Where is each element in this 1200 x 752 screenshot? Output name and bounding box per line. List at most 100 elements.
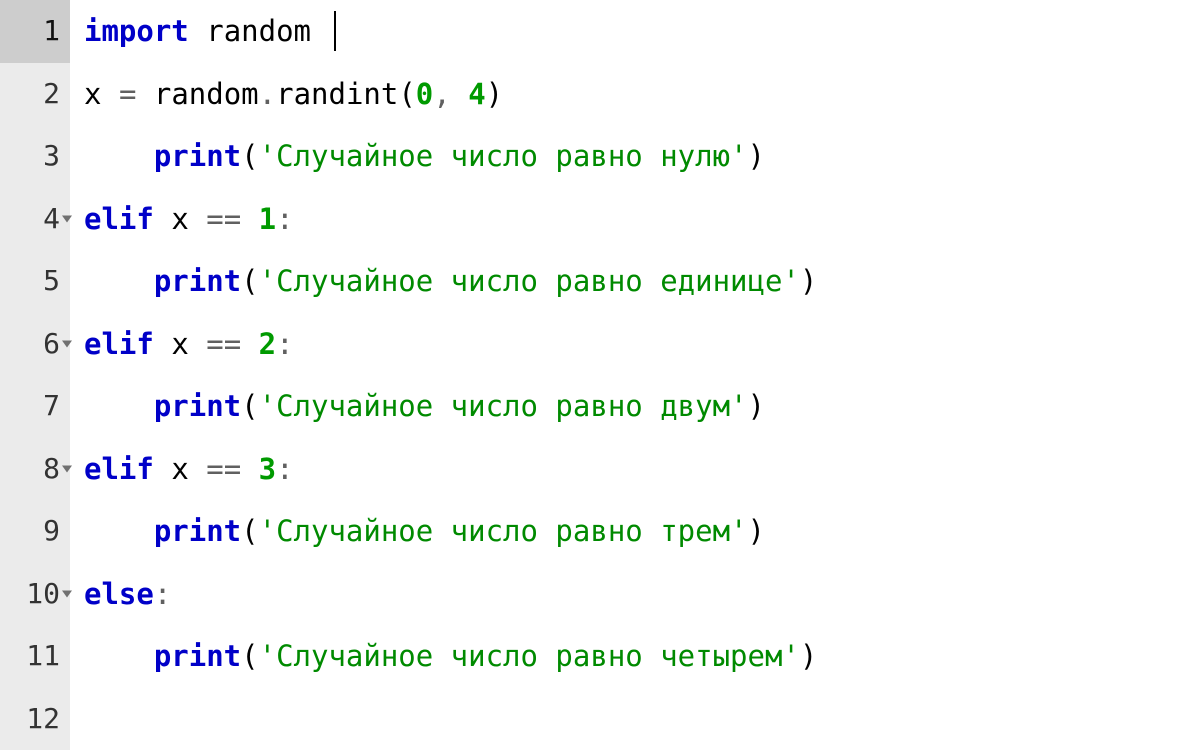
code-content[interactable]: print('Случайное число равно единице') — [70, 250, 1200, 313]
indent — [84, 264, 154, 298]
code-token — [189, 327, 206, 361]
code-content[interactable]: print('Случайное число равно четырем') — [70, 625, 1200, 688]
code-token: ) — [748, 514, 765, 548]
code-content[interactable]: x = random.randint(0, 4) — [70, 63, 1200, 126]
code-token — [136, 77, 153, 111]
code-token: = — [119, 77, 136, 111]
code-content[interactable]: print('Случайное число равно нулю') — [70, 125, 1200, 188]
indent — [84, 639, 154, 673]
code-token: print — [154, 639, 241, 673]
code-token: ( — [241, 264, 258, 298]
code-token — [451, 77, 468, 111]
code-token: ( — [241, 139, 258, 173]
code-content[interactable]: else: — [70, 563, 1200, 626]
code-content[interactable]: elif x == 3: — [70, 438, 1200, 501]
code-line[interactable]: 9 print('Случайное число равно трем') — [0, 500, 1200, 563]
code-token: 'Случайное число равно трем' — [259, 514, 748, 548]
code-token: 'Случайное число равно единице' — [259, 264, 800, 298]
code-token: ) — [748, 389, 765, 423]
code-token: elif — [84, 327, 154, 361]
code-token: == — [206, 202, 241, 236]
code-token: elif — [84, 452, 154, 486]
code-token: == — [206, 452, 241, 486]
code-content[interactable]: elif x == 1: — [70, 188, 1200, 251]
code-token — [189, 452, 206, 486]
code-line[interactable]: 8elif x == 3: — [0, 438, 1200, 501]
code-token: ) — [748, 139, 765, 173]
gutter-line-number[interactable]: 9 — [0, 500, 70, 563]
code-content[interactable]: import random — [70, 0, 1200, 63]
code-token: print — [154, 514, 241, 548]
code-token: 2 — [259, 327, 276, 361]
code-token: : — [154, 577, 171, 611]
indent — [84, 139, 154, 173]
code-line[interactable]: 1import random — [0, 0, 1200, 63]
code-content[interactable] — [70, 688, 1200, 751]
indent — [84, 514, 154, 548]
code-token: ) — [800, 639, 817, 673]
code-token: ( — [241, 389, 258, 423]
gutter-line-number[interactable]: 10 — [0, 563, 70, 626]
code-token: 'Случайное число равно нулю' — [259, 139, 748, 173]
code-token: : — [276, 452, 293, 486]
code-token: ( — [398, 77, 415, 111]
code-line[interactable]: 12 — [0, 688, 1200, 751]
code-token: x — [171, 327, 188, 361]
code-token — [101, 77, 118, 111]
text-cursor — [334, 11, 336, 51]
code-token: ( — [241, 639, 258, 673]
code-token: ) — [486, 77, 503, 111]
gutter-line-number[interactable]: 2 — [0, 63, 70, 126]
code-token: 0 — [416, 77, 433, 111]
code-line[interactable]: 7 print('Случайное число равно двум') — [0, 375, 1200, 438]
code-line[interactable]: 3 print('Случайное число равно нулю') — [0, 125, 1200, 188]
gutter-line-number[interactable]: 8 — [0, 438, 70, 501]
code-token: == — [206, 327, 241, 361]
code-token: 3 — [259, 452, 276, 486]
code-token: 'Случайное число равно четырем' — [259, 639, 800, 673]
gutter-line-number[interactable]: 6 — [0, 313, 70, 376]
code-token — [154, 202, 171, 236]
code-token: print — [154, 264, 241, 298]
gutter-line-number[interactable]: 11 — [0, 625, 70, 688]
code-token: : — [276, 327, 293, 361]
code-line[interactable]: 11 print('Случайное число равно четырем'… — [0, 625, 1200, 688]
code-token: else — [84, 577, 154, 611]
code-line[interactable]: 5 print('Случайное число равно единице') — [0, 250, 1200, 313]
code-token — [189, 14, 206, 48]
code-token: x — [84, 77, 101, 111]
gutter-line-number[interactable]: 4 — [0, 188, 70, 251]
code-line[interactable]: 6elif x == 2: — [0, 313, 1200, 376]
gutter-line-number[interactable]: 3 — [0, 125, 70, 188]
code-token — [311, 14, 328, 48]
code-content[interactable]: elif x == 2: — [70, 313, 1200, 376]
code-token: 4 — [468, 77, 485, 111]
code-token: import — [84, 14, 189, 48]
code-line[interactable]: 2x = random.randint(0, 4) — [0, 63, 1200, 126]
code-token: print — [154, 389, 241, 423]
code-token — [241, 452, 258, 486]
code-token: elif — [84, 202, 154, 236]
code-token: print — [154, 139, 241, 173]
gutter-line-number[interactable]: 5 — [0, 250, 70, 313]
code-token — [154, 327, 171, 361]
code-token: , — [433, 77, 450, 111]
code-token: ( — [241, 514, 258, 548]
gutter-line-number[interactable]: 1 — [0, 0, 70, 63]
code-token: random — [154, 77, 259, 111]
code-token: : — [276, 202, 293, 236]
code-line[interactable]: 10else: — [0, 563, 1200, 626]
code-token: ) — [800, 264, 817, 298]
code-token: random — [206, 14, 311, 48]
code-token: 'Случайное число равно двум' — [259, 389, 748, 423]
gutter-line-number[interactable]: 7 — [0, 375, 70, 438]
code-token: 1 — [259, 202, 276, 236]
indent — [84, 389, 154, 423]
code-editor[interactable]: 1import random 2x = random.randint(0, 4)… — [0, 0, 1200, 750]
code-content[interactable]: print('Случайное число равно двум') — [70, 375, 1200, 438]
code-token: . — [259, 77, 276, 111]
code-token: x — [171, 202, 188, 236]
code-line[interactable]: 4elif x == 1: — [0, 188, 1200, 251]
code-content[interactable]: print('Случайное число равно трем') — [70, 500, 1200, 563]
gutter-line-number[interactable]: 12 — [0, 688, 70, 751]
